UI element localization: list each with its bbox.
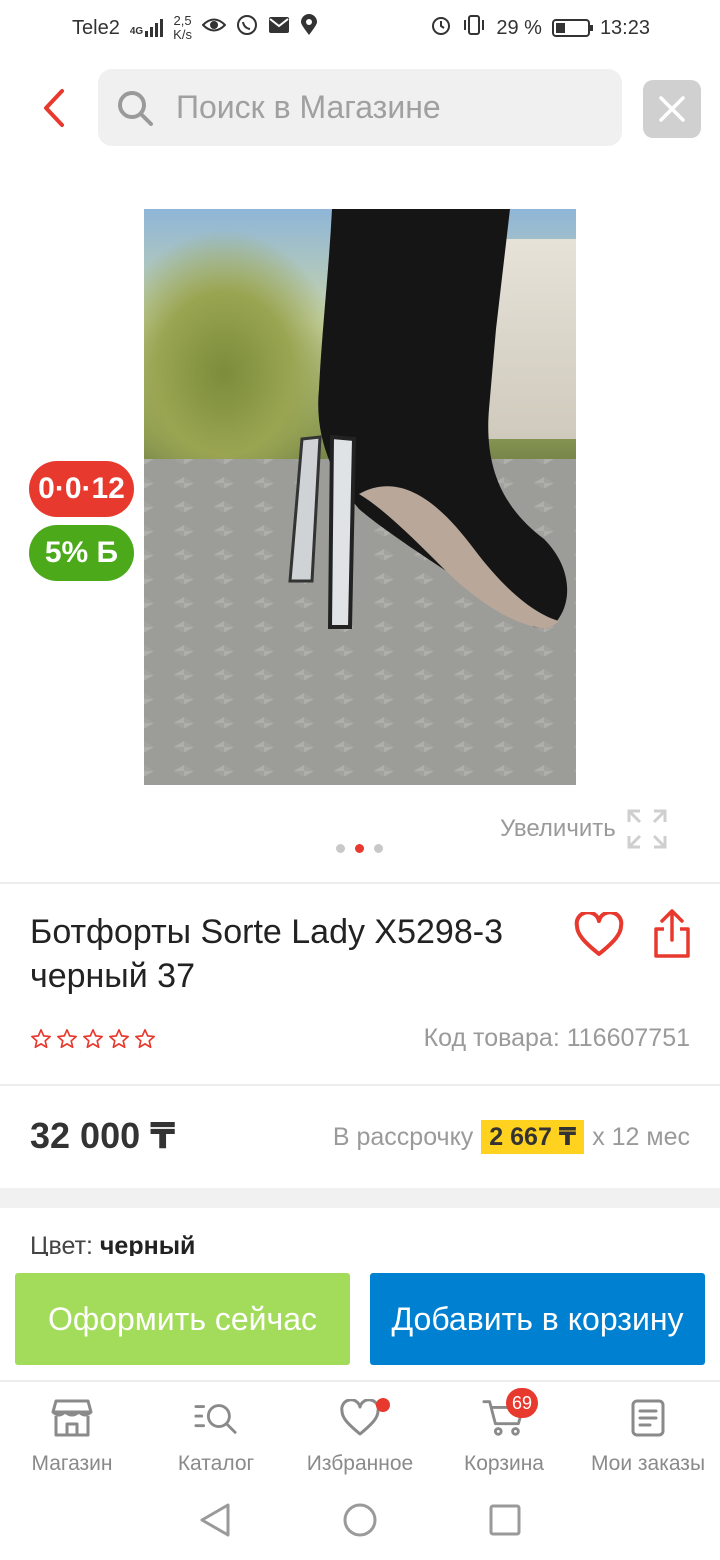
tab-label: Каталог xyxy=(177,1452,255,1475)
status-right: 29 % 13:23 xyxy=(430,14,650,42)
share-icon xyxy=(654,909,690,958)
zoom-label: Увеличить xyxy=(500,815,616,842)
clock: 13:23 xyxy=(599,16,650,39)
add-to-cart-button[interactable]: Добавить в корзину xyxy=(370,1273,705,1365)
star-icon xyxy=(57,1029,77,1049)
heart-icon xyxy=(574,910,624,956)
nav-back-icon[interactable] xyxy=(198,1502,232,1543)
checkout-now-button[interactable]: Оформить сейчас xyxy=(15,1273,350,1365)
back-button[interactable] xyxy=(30,84,78,132)
expand-icon xyxy=(627,809,667,849)
status-left: Tele2 4G 2,5 K/s xyxy=(72,14,318,42)
tab-catalog[interactable]: Каталог xyxy=(144,1382,288,1485)
gallery-dot xyxy=(336,844,345,853)
installment-suffix: х 12 мес xyxy=(592,1122,690,1151)
zoom-button[interactable]: Увеличить xyxy=(500,808,668,850)
installment-amount: 2 667 ₸ xyxy=(481,1120,585,1154)
gallery-pagination xyxy=(336,844,383,853)
color-value: черный xyxy=(99,1232,196,1256)
installment-prefix: В рассрочку xyxy=(332,1122,474,1151)
tab-favorites[interactable]: Избранное xyxy=(288,1382,432,1485)
location-icon xyxy=(300,14,318,42)
search-icon xyxy=(118,90,153,126)
tab-label: Избранное xyxy=(306,1452,414,1475)
signal-icon: 4G xyxy=(129,19,164,37)
tab-label: Мои заказы xyxy=(590,1452,706,1475)
divider xyxy=(0,1084,720,1086)
tab-store[interactable]: Магазин xyxy=(0,1382,144,1485)
vibrate-icon xyxy=(462,14,486,42)
catalog-search-icon xyxy=(194,1396,238,1440)
product-price: 32 000 ₸ xyxy=(30,1115,176,1156)
chevron-left-icon xyxy=(44,89,64,127)
network-type: 4G xyxy=(129,26,144,37)
product-sku: Код товара: 116607751 xyxy=(423,1024,690,1052)
tab-label: Корзина xyxy=(464,1452,544,1475)
favorite-button[interactable] xyxy=(574,910,624,962)
star-icon xyxy=(83,1029,103,1049)
star-icon xyxy=(31,1029,51,1049)
boot-photo xyxy=(288,209,568,629)
gallery-dot xyxy=(355,844,364,853)
nav-recents-icon[interactable] xyxy=(488,1503,522,1542)
search-header xyxy=(0,68,720,148)
cart-count-badge: 69 xyxy=(506,1388,538,1418)
tab-label: Магазин xyxy=(31,1452,113,1475)
whatsapp-icon xyxy=(236,14,258,42)
battery-icon xyxy=(551,19,593,37)
status-bar: Tele2 4G 2,5 K/s 29 % 13:23 xyxy=(0,0,720,56)
installment-badge: 0·0·12 xyxy=(29,461,134,517)
rating-stars xyxy=(30,1028,156,1050)
color-option[interactable]: Цвет: черный xyxy=(30,1232,195,1256)
star-icon xyxy=(109,1029,129,1049)
search-box[interactable] xyxy=(98,69,622,146)
star-icon xyxy=(135,1029,155,1049)
color-label: Цвет: xyxy=(30,1232,93,1256)
bonus-badge: 5% Б xyxy=(29,525,134,581)
store-icon xyxy=(50,1396,94,1440)
tab-cart[interactable]: 69 Корзина xyxy=(432,1382,576,1485)
battery-percent: 29 % xyxy=(496,16,542,39)
nav-home-icon[interactable] xyxy=(342,1502,378,1543)
close-icon xyxy=(659,96,685,122)
eye-icon xyxy=(201,16,227,40)
favorites-dot xyxy=(376,1398,390,1412)
network-speed: 2,5 K/s xyxy=(173,13,192,42)
gallery-dot xyxy=(374,844,383,853)
clear-search-button[interactable] xyxy=(643,80,701,138)
orders-icon xyxy=(626,1396,670,1440)
mail-icon xyxy=(268,16,290,40)
product-title: Ботфорты Sorte Lady X5298-3 черный 37 xyxy=(30,913,503,995)
section-separator xyxy=(0,1188,720,1208)
tab-orders[interactable]: Мои заказы xyxy=(576,1382,720,1485)
product-image[interactable] xyxy=(144,209,576,785)
installment-info: В рассрочку 2 667 ₸ х 12 мес xyxy=(333,1120,690,1154)
share-button[interactable] xyxy=(652,908,696,962)
carrier-name: Tele2 xyxy=(72,16,120,39)
action-bar: Оформить сейчас Добавить в корзину xyxy=(0,1258,720,1380)
alarm-icon xyxy=(430,14,452,42)
divider xyxy=(0,882,720,884)
bottom-tab-bar: Магазин Каталог Избранное 69 Корзина Мои… xyxy=(0,1380,720,1485)
system-navigation xyxy=(0,1485,720,1560)
search-input[interactable] xyxy=(176,89,576,126)
